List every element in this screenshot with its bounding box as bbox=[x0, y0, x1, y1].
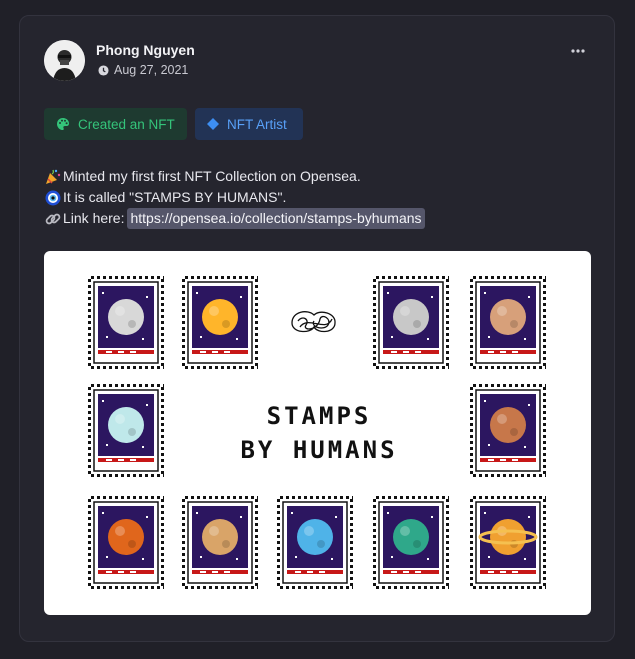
clock-icon bbox=[98, 64, 109, 76]
diamond-icon bbox=[207, 118, 219, 130]
body-line: It is called "STAMPS BY HUMANS". bbox=[44, 187, 425, 208]
scribble-icon bbox=[291, 311, 336, 333]
tag-label: Created an NFT bbox=[78, 116, 175, 132]
tag-label: NFT Artist bbox=[227, 116, 287, 132]
image-title-line2: BY HUMANS bbox=[240, 436, 398, 464]
tag-list: Created an NFT NFT Artist bbox=[44, 108, 303, 140]
body-line-text: It is called "STAMPS BY HUMANS". bbox=[63, 189, 287, 205]
post-card: Phong Nguyen Aug 27, 2021 Created an NFT… bbox=[19, 15, 615, 642]
link-icon bbox=[45, 213, 61, 224]
planet-stamp bbox=[88, 276, 164, 369]
party-popper-icon bbox=[46, 169, 61, 184]
post-body: Minted my first first NFT Collection on … bbox=[44, 166, 425, 229]
body-line-text: Minted my first first NFT Collection on … bbox=[63, 168, 361, 184]
nazar-amulet-icon bbox=[45, 190, 61, 205]
planet-stamp bbox=[182, 276, 258, 369]
post-date-row: Aug 27, 2021 bbox=[98, 63, 188, 77]
planet-stamp bbox=[470, 384, 546, 477]
tag-nft-artist[interactable]: NFT Artist bbox=[195, 108, 303, 140]
body-line: Link here: https://opensea.io/collection… bbox=[44, 208, 425, 229]
avatar[interactable] bbox=[44, 40, 85, 81]
post-date: Aug 27, 2021 bbox=[114, 63, 189, 77]
tag-created-an-nft[interactable]: Created an NFT bbox=[44, 108, 187, 140]
body-line: Minted my first first NFT Collection on … bbox=[44, 166, 425, 187]
collection-link[interactable]: https://opensea.io/collection/stamps-byh… bbox=[127, 208, 425, 229]
body-line-text: Link here: bbox=[63, 210, 125, 226]
planet-stamp bbox=[88, 384, 164, 477]
image-title: STAMPS BY HUMANS bbox=[214, 399, 424, 467]
post-image[interactable]: STAMPS BY HUMANS bbox=[44, 251, 591, 615]
planet-stamp bbox=[277, 496, 353, 589]
image-title-line1: STAMPS bbox=[266, 402, 372, 430]
author-name[interactable]: Phong Nguyen bbox=[96, 42, 195, 58]
more-options-icon[interactable] bbox=[570, 44, 586, 58]
planet-stamp bbox=[182, 496, 258, 589]
planet-stamp bbox=[373, 276, 449, 369]
planet-stamp bbox=[373, 496, 449, 589]
planet-stamp bbox=[470, 276, 546, 369]
planet-stamp bbox=[470, 496, 546, 589]
planet-stamp bbox=[88, 496, 164, 589]
palette-icon bbox=[57, 118, 69, 130]
